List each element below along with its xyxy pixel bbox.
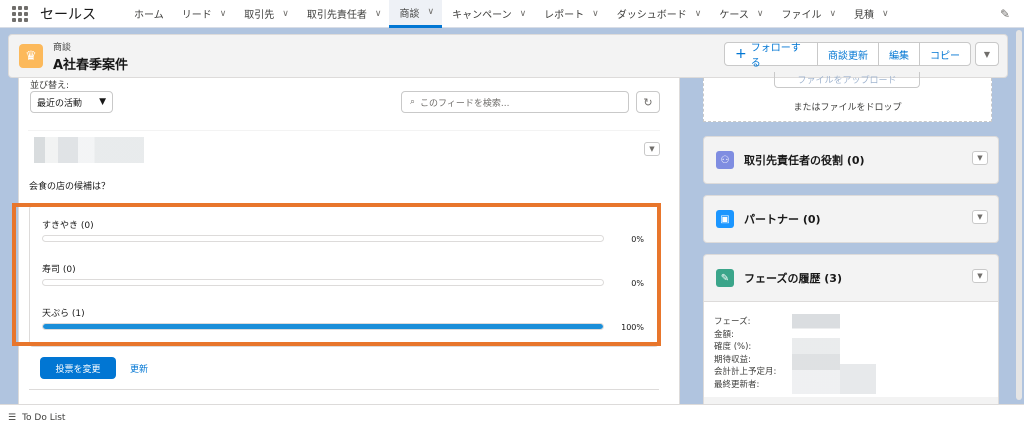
phase-history-title[interactable]: フェーズの履歴 (3): [744, 270, 842, 286]
chevron-down-icon[interactable]: ∨: [882, 9, 889, 19]
related-column: ファイルをアップロード またはファイルをドロップ ⚇ 取引先責任者の役割 (0)…: [694, 72, 1014, 414]
blurred-author: [34, 137, 144, 163]
blurred-values: [792, 314, 840, 394]
chevron-down-icon[interactable]: ∨: [375, 9, 382, 19]
record-title: A社春季案件: [53, 57, 129, 73]
post-menu-chevron-down-icon[interactable]: ▼: [644, 142, 660, 156]
partners-card: ▣ パートナー (0) ▼: [703, 195, 999, 243]
record-object-label: 商談: [53, 42, 72, 53]
page-scrollbar[interactable]: [1016, 30, 1022, 400]
blurred-values: [840, 364, 876, 394]
card-menu-chevron-down-icon[interactable]: ▼: [972, 151, 988, 165]
partners-title[interactable]: パートナー (0): [744, 211, 821, 227]
wrench-icon: ✎: [716, 269, 734, 287]
card-menu-chevron-down-icon[interactable]: ▼: [972, 269, 988, 283]
chevron-down-icon[interactable]: ∨: [592, 9, 599, 19]
phase-history-body: フェーズ: 金額: 確度 (%): 期待収益: 会計計上予定月: 最終更新者:: [704, 301, 998, 397]
todo-list-link[interactable]: To Do List: [22, 413, 65, 423]
feed-search-input[interactable]: ⌕ このフィードを検索...: [401, 91, 629, 113]
poll-highlight-frame: [12, 203, 661, 346]
chevron-down-icon: ▼: [99, 97, 106, 107]
file-drop-zone[interactable]: ファイルをアップロード またはファイルをドロップ: [703, 72, 992, 122]
partner-icon: ▣: [716, 210, 734, 228]
nav-item[interactable]: 見積 ∨: [844, 0, 897, 28]
chevron-down-icon[interactable]: ∨: [520, 9, 527, 19]
phase-field-labels: フェーズ: 金額: 確度 (%): 期待収益: 会計計上予定月: 最終更新者:: [714, 317, 777, 390]
chevron-down-icon[interactable]: ∨: [427, 7, 434, 17]
app-launcher-icon[interactable]: [0, 0, 40, 28]
nav-item[interactable]: 取引先 ∨: [234, 0, 297, 28]
nav-item[interactable]: ダッシュボード ∨: [607, 0, 710, 28]
nav-item[interactable]: ファイル ∨: [771, 0, 844, 28]
more-actions-chevron-down-icon[interactable]: ▼: [975, 42, 999, 66]
nav-item[interactable]: ケース ∨: [709, 0, 771, 28]
refresh-feed-icon[interactable]: ↻: [636, 91, 660, 113]
change-vote-button[interactable]: 投票を変更: [40, 357, 116, 379]
todo-list-icon: ☰: [8, 412, 17, 423]
app-name: セールス: [40, 6, 96, 23]
chevron-down-icon[interactable]: ∨: [220, 9, 227, 19]
upload-file-button[interactable]: ファイルをアップロード: [774, 72, 920, 88]
contact-roles-title[interactable]: 取引先責任者の役割 (0): [744, 152, 865, 168]
nav-item[interactable]: レポート ∨: [534, 0, 607, 28]
sort-label: 並び替え:: [30, 81, 70, 91]
card-menu-chevron-down-icon[interactable]: ▼: [972, 210, 988, 224]
nav-item[interactable]: リード ∨: [172, 0, 235, 28]
refresh-link[interactable]: 更新: [130, 362, 148, 375]
nav-items: ホーム リード ∨ 取引先 ∨ 取引先責任者 ∨ 商談 ∨ キャンペーン ∨ レポート ∨ ダッシュボード…: [124, 0, 897, 28]
contact-roles-card: ⚇ 取引先責任者の役割 (0) ▼: [703, 136, 999, 184]
nav-item[interactable]: 商談 ∨: [389, 0, 443, 28]
copy-button[interactable]: コピー: [919, 42, 971, 66]
edit-button[interactable]: 編集: [878, 42, 920, 66]
chevron-down-icon[interactable]: ∨: [695, 9, 702, 19]
plus-icon: +: [735, 46, 747, 62]
follow-button[interactable]: + フォローする: [724, 42, 818, 69]
chevron-down-icon[interactable]: ∨: [829, 9, 836, 19]
divider: [29, 389, 659, 390]
nav-item[interactable]: ホーム: [124, 0, 172, 28]
search-icon: ⌕: [410, 97, 416, 107]
crown-icon: ♛: [19, 44, 43, 68]
nav-item[interactable]: キャンペーン ∨: [442, 0, 534, 28]
global-nav: セールス ホーム リード ∨ 取引先 ∨ 取引先責任者 ∨ 商談 ∨ キャンペーン ∨ レポート ∨ ダッ…: [0, 0, 1024, 28]
nav-item[interactable]: 取引先責任者 ∨: [297, 0, 390, 28]
drop-text: またはファイルをドロップ: [793, 103, 902, 113]
contact-role-icon: ⚇: [716, 151, 734, 169]
sort-select[interactable]: 最近の活動 ▼: [30, 91, 113, 113]
chevron-down-icon[interactable]: ∨: [757, 9, 764, 19]
chevron-down-icon[interactable]: ∨: [282, 9, 289, 19]
edit-nav-pencil-icon[interactable]: ✎: [1000, 7, 1010, 21]
update-opportunity-button[interactable]: 商談更新: [817, 42, 879, 66]
phase-history-card: ✎ フェーズの履歴 (3) ▼ フェーズ: 金額: 確度 (%): 期待収益: …: [703, 254, 999, 414]
utility-bar: ☰ To Do List: [0, 404, 1024, 430]
poll-question: 会食の店の候補は？: [29, 182, 111, 192]
